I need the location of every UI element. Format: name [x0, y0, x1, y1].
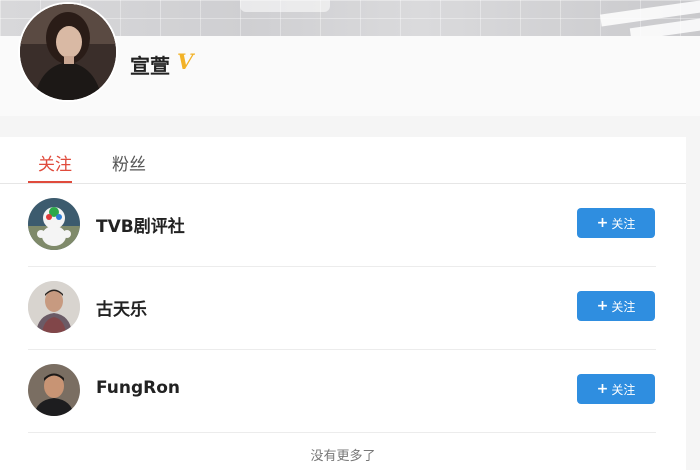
follow-button[interactable]: + 关注: [577, 208, 655, 238]
no-more-label: 没有更多了: [310, 449, 376, 464]
tab-fans[interactable]: 粉丝: [112, 150, 146, 175]
person-avatar-image: [28, 281, 80, 333]
follow-button-label: 关注: [611, 216, 636, 231]
person-avatar-image: [28, 364, 80, 416]
active-tab-indicator: [28, 181, 72, 183]
user-name[interactable]: 古天乐: [96, 295, 147, 320]
follow-button[interactable]: + 关注: [577, 374, 655, 404]
plus-icon: +: [596, 215, 609, 231]
user-avatar[interactable]: [28, 198, 80, 250]
tvb-mascot-avatar-image: [28, 198, 80, 250]
user-name[interactable]: FungRon: [96, 378, 180, 398]
list-item: 古天乐 + 关注: [28, 267, 656, 350]
follow-button[interactable]: + 关注: [577, 291, 655, 321]
profile-avatar[interactable]: [18, 2, 118, 102]
user-avatar[interactable]: [28, 364, 80, 416]
tab-following[interactable]: 关注: [38, 150, 72, 175]
profile-name: 宣萱: [130, 54, 170, 78]
follow-button-label: 关注: [611, 382, 636, 397]
user-avatar[interactable]: [28, 281, 80, 333]
profile-avatar-image: [20, 4, 116, 100]
user-name[interactable]: TVB剧评社: [96, 212, 185, 237]
verified-badge-icon: V: [177, 49, 194, 74]
follow-list-card: 关注 粉丝 TVB剧评社 + 关注 古天乐 + 关注 FungRon + 关注 …: [0, 137, 686, 470]
follow-button-label: 关注: [611, 299, 636, 314]
list-item: FungRon + 关注: [28, 350, 656, 433]
plus-icon: +: [596, 298, 609, 314]
list-item: TVB剧评社 + 关注: [28, 184, 656, 267]
tab-bar: 关注 粉丝: [0, 137, 686, 184]
plus-icon: +: [596, 381, 609, 397]
banner-logo-shape: [240, 0, 330, 12]
